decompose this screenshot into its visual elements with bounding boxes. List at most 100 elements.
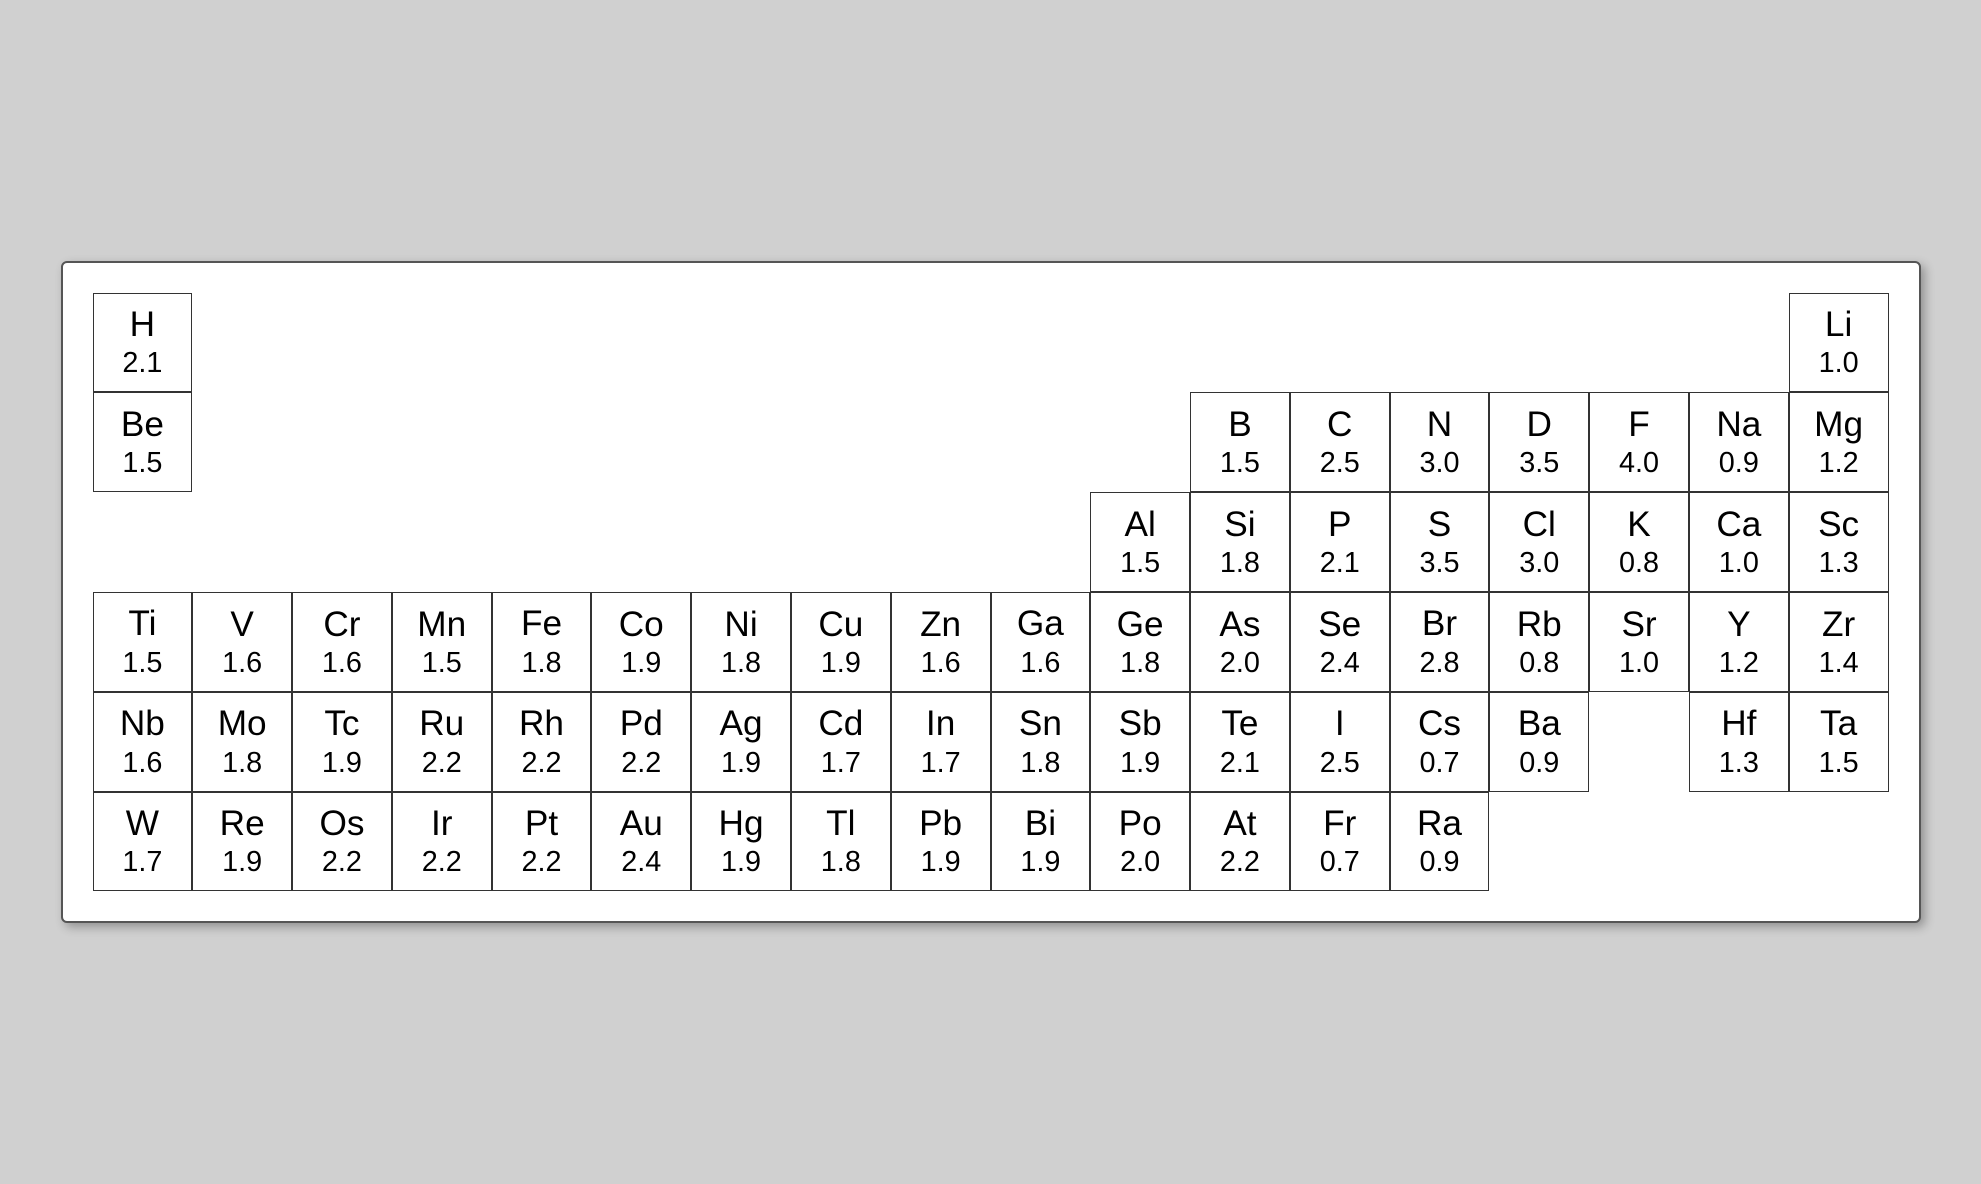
element-en-bi: 1.9 <box>1020 845 1060 880</box>
element-en-po: 2.0 <box>1120 845 1160 880</box>
element-en-h: 2.1 <box>122 346 162 381</box>
element-symbol-ru: Ru <box>419 703 464 745</box>
element-pb: Pb1.9 <box>891 792 991 892</box>
element-fe: Fe1.8 <box>492 592 592 692</box>
empty-cell-r3-c10 <box>791 492 891 592</box>
element-ta: Ta1.5 <box>1789 692 1889 792</box>
empty-cell-r1-c5 <box>492 293 592 393</box>
element-en-sr: 1.0 <box>1619 646 1659 681</box>
element-en-na: 0.9 <box>1719 446 1759 481</box>
element-en-b: 1.5 <box>1220 446 1260 481</box>
element-symbol-po: Po <box>1119 803 1162 845</box>
element-symbol-al: Al <box>1125 504 1156 546</box>
element-sn: Sn1.8 <box>991 692 1091 792</box>
element-en-re: 1.9 <box>222 845 262 880</box>
element-zr: Zr1.4 <box>1789 592 1889 692</box>
element-en-ir: 2.2 <box>422 845 462 880</box>
element-symbol-pd: Pd <box>620 703 663 745</box>
empty-cell-r1-c6 <box>591 293 691 393</box>
element-symbol-nb: Nb <box>120 703 165 745</box>
element-n: N3.0 <box>1390 392 1490 492</box>
element-cl: Cl3.0 <box>1489 492 1589 592</box>
element-symbol-cr: Cr <box>323 604 360 646</box>
element-v: V1.6 <box>192 592 292 692</box>
element-te: Te2.1 <box>1190 692 1290 792</box>
element-in: In1.7 <box>891 692 991 792</box>
empty-cell-r7-c5 <box>1689 792 1789 892</box>
empty-cell-r3-c9 <box>691 492 791 592</box>
element-d: D3.5 <box>1489 392 1589 492</box>
element-os: Os2.2 <box>292 792 392 892</box>
element-en-cu: 1.9 <box>821 646 861 681</box>
element-symbol-h: H <box>130 304 155 346</box>
element-pt: Pt2.2 <box>492 792 592 892</box>
element-li: Li1.0 <box>1789 293 1889 393</box>
element-en-w: 1.7 <box>122 845 162 880</box>
element-en-i: 2.5 <box>1320 746 1360 781</box>
element-ga: Ga1.6 <box>991 592 1091 692</box>
element-rb: Rb0.8 <box>1489 592 1589 692</box>
element-symbol-ba: Ba <box>1518 703 1561 745</box>
element-symbol-as: As <box>1219 604 1260 646</box>
element-c: C2.5 <box>1290 392 1390 492</box>
element-cd: Cd1.7 <box>791 692 891 792</box>
element-symbol-ir: Ir <box>431 803 453 845</box>
element-symbol-fe: Fe <box>521 603 562 645</box>
empty-cell-r3-c11 <box>891 492 991 592</box>
element-symbol-i: I <box>1335 703 1345 745</box>
element-p: P2.1 <box>1290 492 1390 592</box>
element-be: Be1.5 <box>93 392 193 492</box>
element-en-cs: 0.7 <box>1419 746 1459 781</box>
element-symbol-cu: Cu <box>818 604 863 646</box>
element-ni: Ni1.8 <box>691 592 791 692</box>
element-en-os: 2.2 <box>322 845 362 880</box>
element-cs: Cs0.7 <box>1390 692 1490 792</box>
element-en-si: 1.8 <box>1220 546 1260 581</box>
element-symbol-re: Re <box>220 803 265 845</box>
element-en-v: 1.6 <box>222 646 262 681</box>
element-symbol-ni: Ni <box>724 604 757 646</box>
element-en-mo: 1.8 <box>222 746 262 781</box>
element-symbol-te: Te <box>1221 703 1258 745</box>
element-en-hg: 1.9 <box>721 845 761 880</box>
element-symbol-ra: Ra <box>1417 803 1462 845</box>
element-en-cr: 1.6 <box>322 646 362 681</box>
element-ge: Ge1.8 <box>1090 592 1190 692</box>
empty-cell-r3-c7 <box>492 492 592 592</box>
empty-cell-r2-c7 <box>591 392 691 492</box>
element-se: Se2.4 <box>1290 592 1390 692</box>
element-i: I2.5 <box>1290 692 1390 792</box>
element-ag: Ag1.9 <box>691 692 791 792</box>
element-symbol-os: Os <box>319 803 364 845</box>
empty-cell-r1-c4 <box>392 293 492 393</box>
element-en-zn: 1.6 <box>921 646 961 681</box>
element-en-p: 2.1 <box>1320 546 1360 581</box>
element-en-ra: 0.9 <box>1419 845 1459 880</box>
element-symbol-br: Br <box>1422 603 1457 645</box>
element-symbol-rb: Rb <box>1517 604 1562 646</box>
element-symbol-zn: Zn <box>920 604 961 646</box>
empty-cell-r1-c12 <box>1190 293 1290 393</box>
element-br: Br2.8 <box>1390 592 1490 692</box>
element-symbol-v: V <box>230 604 253 646</box>
element-symbol-mo: Mo <box>218 703 267 745</box>
element-ru: Ru2.2 <box>392 692 492 792</box>
element-en-k: 0.8 <box>1619 546 1659 581</box>
element-symbol-li: Li <box>1825 304 1852 346</box>
empty-cell-r2-c12 <box>1090 392 1190 492</box>
empty-cell-r1-c14 <box>1390 293 1490 393</box>
element-symbol-f: F <box>1628 404 1650 446</box>
element-ca: Ca1.0 <box>1689 492 1789 592</box>
empty-cell-r1-c9 <box>891 293 991 393</box>
element-symbol-d: D <box>1527 404 1552 446</box>
empty-cell-r1-c8 <box>791 293 891 393</box>
empty-cell-r7-c3 <box>1489 792 1589 892</box>
element-symbol-sn: Sn <box>1019 703 1062 745</box>
element-pd: Pd2.2 <box>591 692 691 792</box>
element-symbol-s: S <box>1428 504 1451 546</box>
element-en-ca: 1.0 <box>1719 546 1759 581</box>
element-rh: Rh2.2 <box>492 692 592 792</box>
element-en-fr: 0.7 <box>1320 845 1360 880</box>
element-en-mg: 1.2 <box>1819 446 1859 481</box>
element-symbol-se: Se <box>1318 604 1361 646</box>
